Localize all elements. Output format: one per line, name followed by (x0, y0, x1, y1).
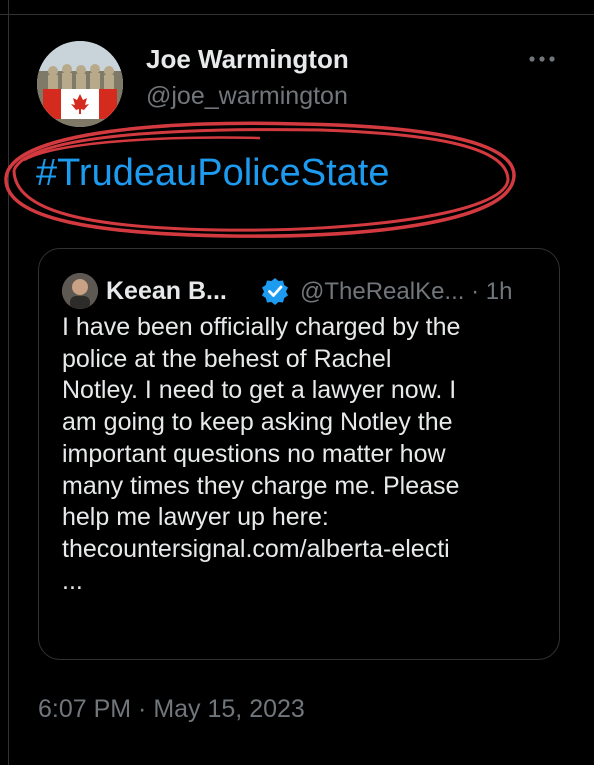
quote-line: many times they charge me. Please (62, 471, 460, 500)
author-handle[interactable]: @joe_warmington (146, 82, 348, 111)
quote-author-name[interactable]: Keean B... (106, 277, 227, 306)
quote-ellipsis: ... (62, 566, 83, 595)
quote-line: help me lawyer up here: (62, 503, 329, 532)
more-options-button[interactable] (522, 46, 562, 72)
tweet-timestamp[interactable]: 6:07 PM · May 15, 2023 (38, 695, 305, 724)
quote-line: police at the behest of Rachel (62, 344, 392, 373)
verified-badge-icon (260, 276, 290, 306)
quote-link[interactable]: thecountersignal.com/alberta-electi (62, 534, 542, 566)
quote-author-avatar[interactable] (62, 273, 98, 309)
top-divider (0, 14, 594, 15)
more-dots-icon (529, 56, 555, 62)
quote-line: Notley. I need to get a lawyer now. I (62, 376, 457, 405)
quote-line: I have been officially charged by the (62, 313, 461, 341)
quote-body: I have been officially charged by the po… (62, 312, 542, 597)
quote-line: important questions no matter how (62, 439, 446, 468)
left-rule (8, 0, 9, 765)
quote-line: am going to keep asking Notley the (62, 408, 453, 437)
author-avatar[interactable] (37, 41, 123, 127)
quote-author-handle[interactable]: @TheRealKe... · 1h (300, 278, 512, 306)
quote-avatar-image (62, 273, 98, 309)
author-name[interactable]: Joe Warmington (146, 44, 349, 75)
hashtag-link[interactable]: #TrudeauPoliceState (36, 152, 390, 195)
avatar-image (37, 41, 123, 127)
